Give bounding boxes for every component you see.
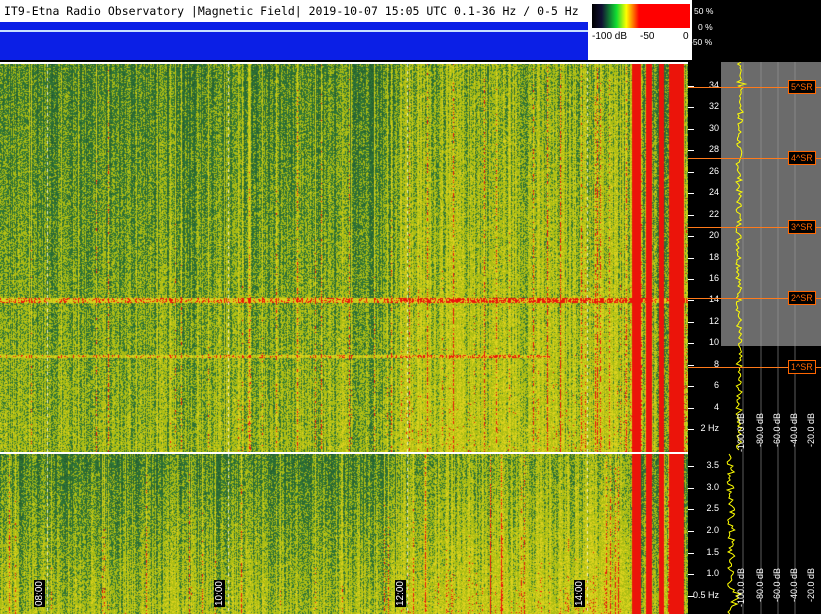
upper-tick-label: 26 — [708, 165, 719, 176]
lower-tick-label: 2.5 — [706, 503, 719, 514]
upper-tick-label: 4 — [713, 401, 719, 412]
lower-tick-label: 0.5 Hz — [692, 590, 719, 600]
upper-tick-label: 22 — [708, 208, 719, 219]
db-label-upper-4: -20.0 dB — [806, 413, 816, 448]
time-label-0800: 08:00 — [34, 580, 45, 608]
upper-spectrum-trace — [735, 62, 748, 451]
lower-tick-label: 3.0 — [706, 481, 719, 492]
pct-bot: -50 % — [690, 37, 713, 47]
db-label-upper-0: -100.0 dB — [736, 413, 746, 453]
db-label-lower-4: -20.0 dB — [806, 568, 816, 603]
colorbar-legend: -100 dB -50 0 — [588, 0, 692, 60]
upper-spectrogram-canvas — [0, 64, 688, 452]
chart-title: IT9-Etna Radio Observatory |Magnetic Fie… — [0, 0, 592, 22]
db-label-lower-3: -40.0 dB — [789, 568, 799, 603]
amplitude-strip — [0, 22, 588, 60]
db-label-upper-3: -40.0 dB — [789, 413, 799, 448]
legend-min-label: -100 dB — [592, 31, 628, 42]
observatory-viewer: IT9-Etna Radio Observatory |Magnetic Fie… — [0, 0, 821, 614]
upper-tick-label: 12 — [708, 315, 719, 326]
time-label-1000: 10:00 — [214, 580, 225, 608]
legend-max-label: 0 — [683, 31, 689, 42]
upper-tick-label: 18 — [708, 251, 719, 262]
db-label-lower-0: -100.0 dB — [736, 568, 746, 608]
upper-tick-label: 28 — [708, 144, 719, 155]
schumann-label: 5^SR — [788, 80, 816, 94]
db-label-upper-2: -60.0 dB — [772, 413, 782, 448]
lower-tick-label: 3.5 — [706, 460, 719, 470]
upper-tick-label: 20 — [708, 230, 719, 241]
upper-tick-label: 32 — [708, 101, 719, 112]
pct-top: 50 % — [694, 6, 714, 16]
db-label-upper-1: -80.0 dB — [755, 413, 765, 448]
lower-tick-label: 2.0 — [706, 525, 719, 535]
schumann-label: 1^SR — [788, 360, 816, 374]
legend-mid-label: -50 — [640, 31, 655, 42]
schumann-label: 3^SR — [788, 220, 816, 234]
time-label-1400: 14:00 — [574, 580, 585, 608]
corner-panel — [721, 0, 821, 62]
upper-tick-label: 34 — [708, 80, 719, 90]
upper-tick-label: 24 — [708, 187, 719, 198]
upper-tick-label: 14 — [708, 294, 719, 305]
upper-tick-label: 2 Hz — [700, 423, 719, 433]
upper-spectrogram — [0, 62, 688, 452]
upper-tick-label: 6 — [713, 380, 719, 391]
db-label-lower-1: -80.0 dB — [755, 568, 765, 603]
upper-tick-label: 10 — [708, 337, 719, 348]
lower-tick-label: 1.0 — [706, 568, 719, 579]
lower-tick-label: 1.5 — [706, 546, 719, 557]
schumann-label: 2^SR — [788, 291, 816, 305]
spectrum-traces — [725, 62, 796, 614]
upper-tick-label: 30 — [708, 122, 719, 133]
schumann-label: 4^SR — [788, 151, 816, 165]
upper-tick-label: 16 — [708, 272, 719, 283]
colorbar — [592, 4, 690, 28]
time-label-1200: 12:00 — [395, 580, 406, 608]
frequency-axis: 34 32 30 28 26 24 22 20 18 16 14 12 10 8 6 4 2 Hz 3.5 3.0… — [688, 62, 721, 614]
pct-mid: 0 % — [698, 22, 713, 32]
amplitude-trace — [0, 30, 588, 32]
db-label-lower-2: -60.0 dB — [772, 568, 782, 603]
